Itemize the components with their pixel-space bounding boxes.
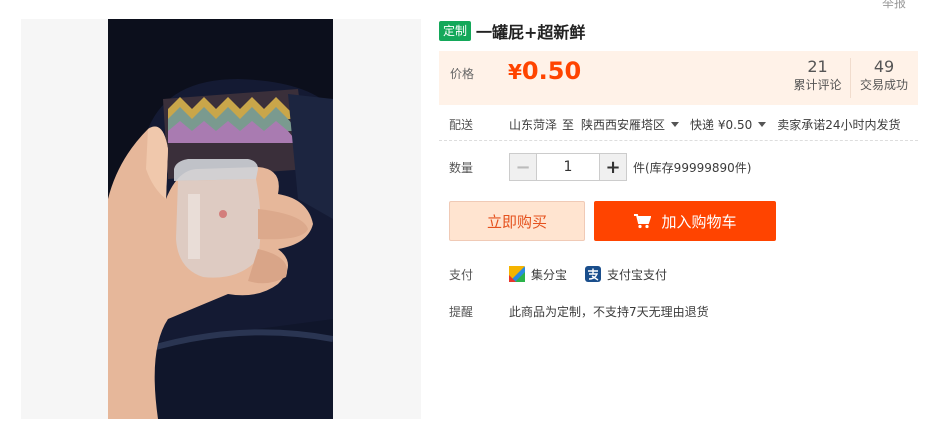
price-label: 价格 — [450, 67, 475, 81]
report-link[interactable]: 举报 — [882, 0, 906, 11]
reviews-count: 21 — [807, 57, 828, 76]
chevron-down-icon — [671, 121, 680, 127]
decrease-button[interactable]: − — [510, 154, 537, 180]
shopping-cart-icon — [633, 213, 652, 229]
destination-value: 陕西西安雁塔区 — [581, 117, 666, 132]
chevron-down-icon — [758, 121, 767, 127]
payment-method-alipay[interactable]: 支付宝支付 — [585, 266, 667, 283]
currency-symbol: ¥ — [508, 60, 522, 84]
reviews-label: 累计评论 — [793, 78, 842, 92]
custom-badge: 定制 — [439, 21, 472, 41]
quantity-label: 数量 — [449, 160, 474, 175]
payment-method-jifenbao[interactable]: 集分宝 — [509, 266, 567, 283]
payment-method-label: 支付宝支付 — [607, 267, 668, 282]
add-to-cart-label: 加入购物车 — [661, 212, 737, 231]
product-photo-image — [108, 19, 333, 419]
reviews-stat[interactable]: 21 累计评论 — [785, 58, 851, 98]
product-title: 一罐屁+超新鲜 — [476, 23, 586, 42]
ship-to-word: 至 — [562, 117, 575, 132]
product-gallery — [21, 19, 421, 419]
shipping-method-select[interactable]: 快递 ¥0.50 — [690, 116, 767, 133]
buy-now-button[interactable]: 立即购买 — [449, 201, 585, 241]
deals-stat: 49 交易成功 — [851, 58, 917, 94]
deals-count: 49 — [873, 57, 895, 76]
quantity-input[interactable] — [537, 154, 599, 180]
stock-text: 件(库存99999890件) — [633, 160, 752, 175]
product-photo[interactable] — [108, 19, 333, 419]
quantity-row: 数量 − + 件(库存99999890件) — [449, 153, 751, 181]
notice-text: 此商品为定制，不支持7天无理由退货 — [509, 304, 709, 319]
shipping-promise: 卖家承诺24小时内发货 — [777, 117, 901, 132]
jifenbao-icon — [509, 266, 525, 282]
price-value: ¥0.50 — [508, 57, 581, 85]
shipping-method-value: 快递 ¥0.50 — [690, 117, 753, 132]
quantity-stepper: − + — [509, 153, 627, 181]
destination-select[interactable]: 陕西西安雁塔区 — [581, 116, 680, 133]
notice-row: 提醒 此商品为定制，不支持7天无理由退货 — [449, 302, 709, 320]
payment-row: 支付 集分宝 支付宝支付 — [449, 264, 685, 284]
alipay-icon — [585, 266, 602, 282]
notice-label: 提醒 — [449, 304, 474, 319]
title-row: 定制 一罐屁+超新鲜 — [439, 19, 585, 43]
shipping-label: 配送 — [449, 117, 474, 132]
ship-from: 山东菏泽 — [509, 117, 558, 132]
payment-label: 支付 — [449, 267, 474, 282]
deals-label: 交易成功 — [859, 78, 908, 92]
shipping-row: 配送 山东菏泽 至 陕西西安雁塔区 快递 ¥0.50 卖家承诺24小时内发货 — [449, 114, 901, 134]
payment-method-label: 集分宝 — [531, 267, 568, 282]
price-panel: 价格 ¥0.50 21 累计评论 49 交易成功 — [439, 51, 918, 105]
price-amount: 0.50 — [521, 57, 582, 85]
add-to-cart-button[interactable]: 加入购物车 — [594, 201, 776, 241]
divider — [439, 140, 918, 141]
increase-button[interactable]: + — [599, 154, 626, 180]
